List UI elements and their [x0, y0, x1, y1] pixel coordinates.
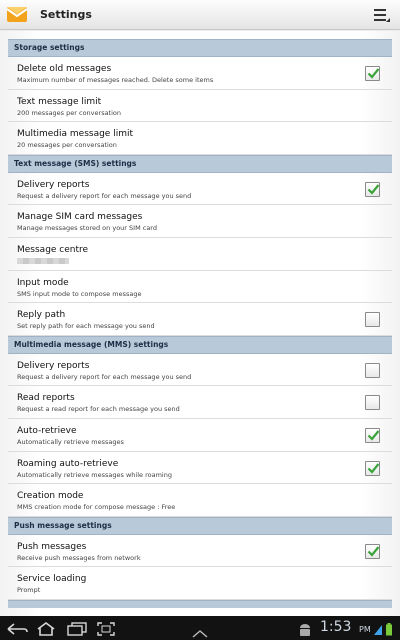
- settings-item-title: Read reports: [17, 393, 75, 404]
- settings-item[interactable]: Read reports Request a read report for ea…: [8, 386, 392, 419]
- screenshot-icon[interactable]: [96, 621, 116, 640]
- settings-item-title: Roaming auto-retrieve: [17, 458, 119, 469]
- menu-icon[interactable]: [372, 5, 392, 25]
- settings-item-title: Service loading: [17, 574, 87, 585]
- settings-item[interactable]: Reply path Set reply path for each messag…: [8, 303, 392, 336]
- settings-item-title: Multimedia message limit: [17, 129, 133, 140]
- settings-item-subtitle: Prompt: [17, 586, 41, 595]
- section-header: [8, 599, 392, 608]
- checkbox[interactable]: [365, 66, 380, 81]
- settings-item-subtitle: MMS creation mode for compose message : …: [17, 503, 176, 512]
- settings-item-subtitle: Maximum number of messages reached. Dele…: [17, 76, 214, 84]
- settings-item-subtitle: Request a delivery report for each messa…: [17, 372, 192, 381]
- settings-item-title: Message centre: [17, 244, 89, 255]
- battery-icon: [385, 621, 393, 640]
- settings-item[interactable]: Text message limit 200 messages per conve…: [8, 90, 392, 123]
- checkbox[interactable]: [365, 395, 380, 411]
- settings-list[interactable]: Storage settings Delete old messages Maxim…: [0, 31, 400, 616]
- settings-item[interactable]: Roaming auto-retrieve Automatically retri…: [8, 452, 392, 485]
- settings-item-title: Manage SIM card messages: [17, 212, 143, 223]
- clock-time: 1:53: [320, 619, 352, 635]
- settings-sections: Storage settings Delete old messages Maxim…: [8, 39, 392, 608]
- android-notification-icon: [298, 622, 312, 640]
- settings-item[interactable]: Multimedia message limit 20 messages per …: [8, 122, 392, 155]
- action-bar: Settings: [0, 0, 400, 30]
- settings-item[interactable]: Push messages Receive push messages from …: [8, 535, 392, 568]
- system-navigation-bar: 1:53 PM: [0, 616, 400, 640]
- settings-item-title: Push messages: [17, 541, 87, 552]
- page-title: Settings: [40, 8, 92, 21]
- settings-item[interactable]: Service loading Prompt: [8, 567, 392, 600]
- checkmark-icon: [367, 430, 380, 441]
- settings-item-title: Delivery reports: [17, 179, 90, 190]
- settings-item-title: Delete old messages: [17, 64, 112, 74]
- clock-ampm: PM: [359, 625, 371, 634]
- section-header: Storage settings: [8, 39, 392, 57]
- checkbox[interactable]: [365, 427, 380, 443]
- settings-item[interactable]: Creation mode MMS creation mode for compo…: [8, 484, 392, 517]
- settings-item-subtitle: Request a delivery report for each messa…: [17, 191, 192, 200]
- settings-item-subtitle: 20 messages per conversation: [17, 141, 117, 150]
- settings-item-title: Creation mode: [17, 491, 84, 502]
- redacted-value: [17, 257, 69, 264]
- settings-item-title: Auto-retrieve: [17, 425, 77, 436]
- checkbox[interactable]: [365, 543, 380, 559]
- settings-item[interactable]: Delete old messages Maximum number of mes…: [8, 57, 392, 90]
- recent-apps-icon[interactable]: [66, 621, 88, 640]
- checkbox[interactable]: [365, 181, 380, 197]
- settings-item[interactable]: Delivery reports Request a delivery repor…: [8, 354, 392, 387]
- messaging-app-icon[interactable]: [6, 3, 28, 25]
- settings-item-title: Input mode: [17, 277, 69, 288]
- section-header: Text message (SMS) settings: [8, 154, 392, 173]
- signal-icon: [373, 621, 383, 640]
- settings-item[interactable]: Delivery reports Request a delivery repor…: [8, 173, 392, 206]
- settings-item-subtitle: Request a read report for each message y…: [17, 405, 180, 414]
- home-icon[interactable]: [36, 621, 56, 640]
- expand-up-icon[interactable]: [190, 624, 210, 640]
- settings-item[interactable]: Auto-retrieve Automatically retrieve mess…: [8, 419, 392, 452]
- checkmark-icon: [367, 546, 380, 557]
- checkbox[interactable]: [365, 362, 380, 378]
- settings-item[interactable]: Message centre: [8, 238, 392, 271]
- settings-item-subtitle: Automatically retrieve messages: [17, 437, 124, 446]
- settings-item-title: Text message limit: [17, 96, 102, 107]
- back-icon[interactable]: [6, 621, 28, 640]
- settings-item[interactable]: Input mode SMS input mode to compose mess…: [8, 271, 392, 304]
- settings-item-subtitle: Set reply path for each message you send: [17, 322, 155, 331]
- checkmark-icon: [367, 462, 380, 474]
- settings-item-title: Reply path: [17, 310, 66, 321]
- settings-item-subtitle: Automatically retrieve messages while ro…: [17, 470, 172, 479]
- settings-item-subtitle: Manage messages stored on your SIM card: [17, 224, 157, 233]
- section-header: Push message settings: [8, 516, 392, 535]
- settings-item-title: Delivery reports: [17, 360, 90, 371]
- checkbox[interactable]: [365, 312, 380, 328]
- settings-item[interactable]: Manage SIM card messages Manage messages …: [8, 205, 392, 238]
- settings-item-subtitle: SMS input mode to compose message: [17, 289, 142, 298]
- section-header: Multimedia message (MMS) settings: [8, 335, 392, 354]
- checkmark-icon: [367, 68, 380, 79]
- checkbox[interactable]: [365, 460, 380, 476]
- checkmark-icon: [367, 184, 380, 195]
- settings-item-subtitle: 200 messages per conversation: [17, 108, 122, 117]
- settings-item-subtitle: Receive push messages from network: [17, 553, 141, 562]
